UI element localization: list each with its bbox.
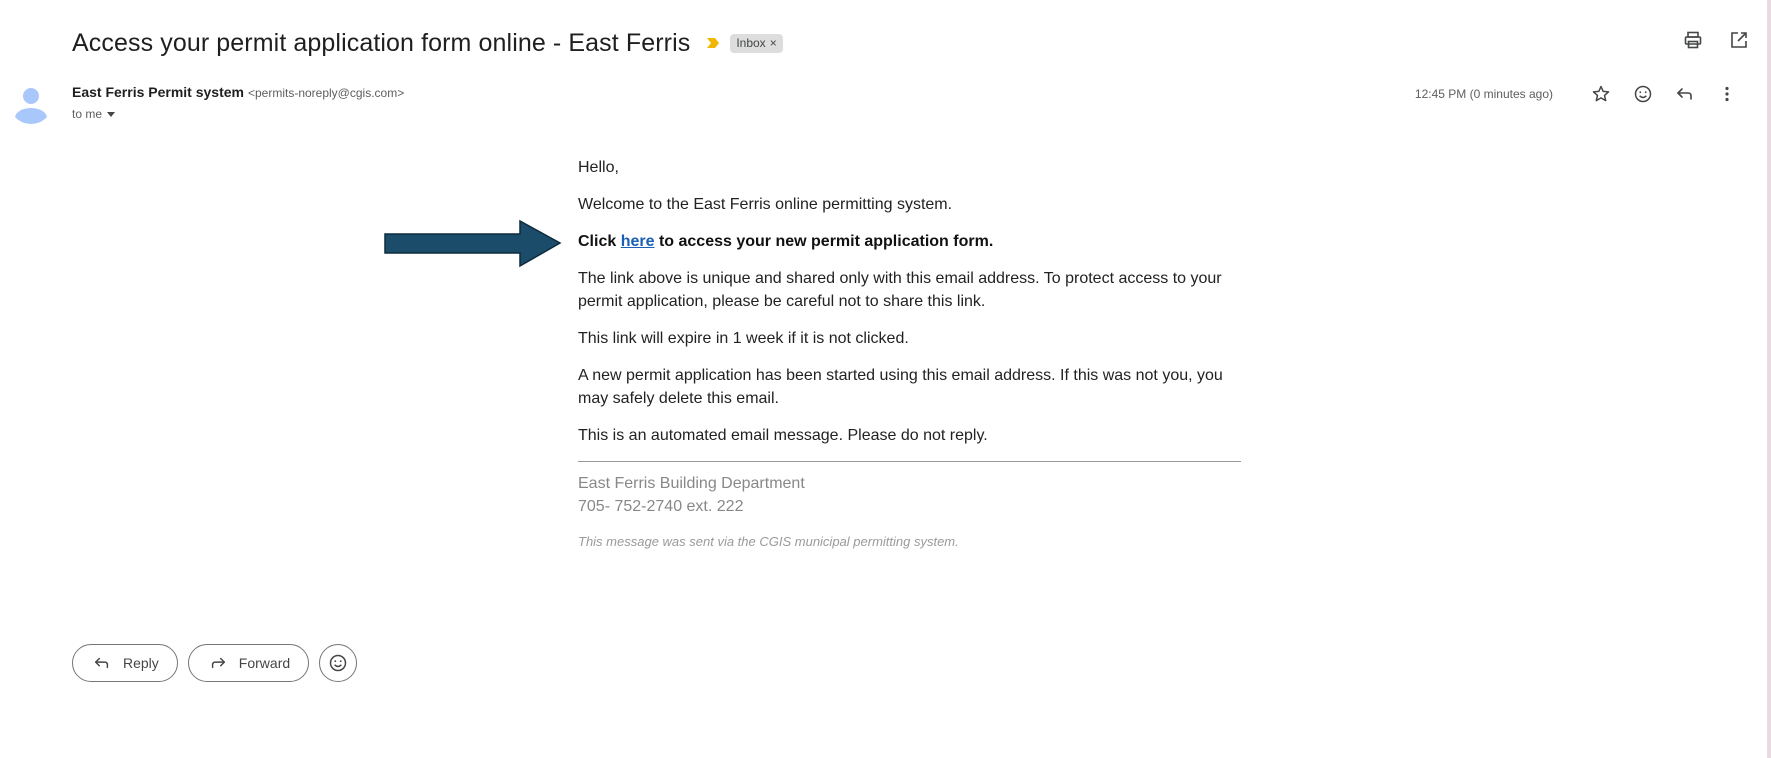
cta-suffix: to access your new permit application fo… <box>658 233 994 250</box>
label-chip-text: Inbox <box>736 36 766 50</box>
signature-divider <box>578 461 1241 462</box>
inbox-label-chip[interactable]: Inbox × <box>730 33 783 53</box>
emoji-react-button[interactable] <box>319 644 358 682</box>
forward-button[interactable]: Forward <box>187 644 310 682</box>
star-icon[interactable] <box>1587 80 1615 108</box>
greeting-text: Hello, <box>578 159 619 176</box>
footer-note: This message was sent via the CGIS munic… <box>578 534 959 549</box>
call-to-action: Click here to access your new permit app… <box>578 230 1241 253</box>
sender-name[interactable]: East Ferris Permit system <box>72 84 244 100</box>
signature-department: East Ferris Building Department <box>578 475 805 492</box>
message-meta: 12:45 PM (0 minutes ago) <box>1415 80 1741 108</box>
sender-line: East Ferris Permit system <permits-norepl… <box>72 84 404 100</box>
message-actions: Reply Forward <box>72 644 358 682</box>
message-body: Hello, Welcome to the East Ferris online… <box>578 156 1241 553</box>
open-in-new-window-icon[interactable] <box>1727 28 1751 52</box>
top-toolbar <box>1681 28 1751 52</box>
email-subject: Access your permit application form onli… <box>72 28 691 57</box>
forward-icon <box>209 654 227 672</box>
emoji-react-icon[interactable] <box>1629 80 1657 108</box>
reply-icon <box>93 654 111 672</box>
recipient-details-toggle[interactable]: to me <box>72 107 116 121</box>
default-avatar-icon[interactable] <box>9 80 53 124</box>
more-vertical-icon[interactable] <box>1713 80 1741 108</box>
annotation-arrow <box>384 219 562 274</box>
emoji-react-icon <box>329 654 347 672</box>
print-icon[interactable] <box>1681 28 1705 52</box>
forward-label: Forward <box>238 655 291 671</box>
sender-email: <permits-noreply@cgis.com> <box>247 86 405 100</box>
remove-label-button[interactable]: × <box>770 36 777 50</box>
reply-button[interactable]: Reply <box>72 644 178 682</box>
recipient-label: to me <box>72 107 103 121</box>
automated-notice: This is an automated email message. Plea… <box>578 427 988 444</box>
cta-prefix: Click <box>578 233 617 250</box>
importance-marker-icon[interactable] <box>706 36 720 50</box>
reply-label: Reply <box>123 655 159 671</box>
welcome-text: Welcome to the East Ferris online permit… <box>578 196 953 213</box>
subject-row: Access your permit application form onli… <box>72 26 783 60</box>
started-notice: A new permit application has been starte… <box>578 367 1223 407</box>
signature-phone: 705- 752-2740 ext. 222 <box>578 498 744 515</box>
window-edge <box>1767 0 1771 758</box>
reply-icon[interactable] <box>1671 80 1699 108</box>
permit-form-link[interactable]: here <box>621 233 655 250</box>
chevron-down-icon[interactable] <box>107 111 116 117</box>
expiry-notice: This link will expire in 1 week if it is… <box>578 330 909 347</box>
message-timestamp: 12:45 PM (0 minutes ago) <box>1414 87 1553 101</box>
unique-link-notice: The link above is unique and shared only… <box>578 270 1222 310</box>
